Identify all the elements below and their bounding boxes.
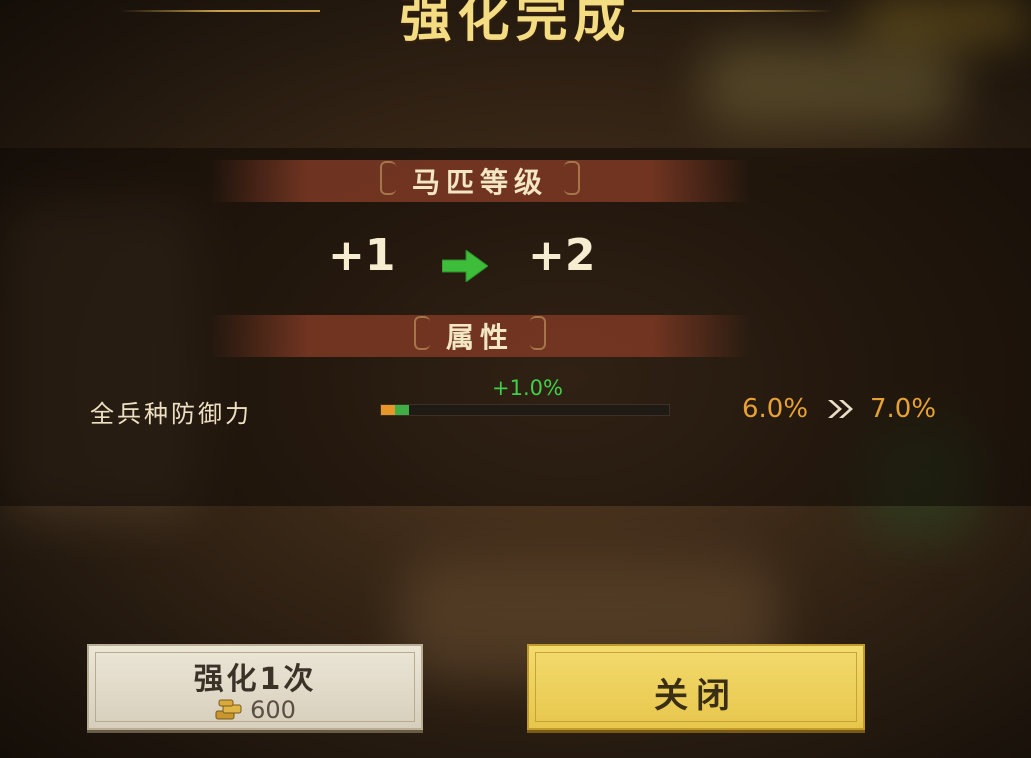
page-title: 强化完成	[399, 0, 632, 49]
level-from: +1	[328, 230, 396, 281]
enhance-cost: 600	[89, 696, 421, 729]
level-section-header: 马匹等级	[210, 160, 750, 202]
level-to: +2	[528, 230, 596, 281]
close-button[interactable]: 关闭	[527, 644, 865, 730]
enhance-cost-value: 600	[250, 696, 296, 724]
stat-progress-old	[381, 405, 395, 415]
attribute-section-header: 属性	[210, 315, 750, 357]
stat-progress-gain	[395, 405, 409, 415]
stat-name: 全兵种防御力	[90, 400, 252, 428]
background-blur	[700, 40, 960, 130]
arrow-right-icon	[441, 242, 489, 293]
enhance-button-label: 强化1次	[193, 662, 317, 697]
attribute-section-label: 属性	[410, 312, 550, 360]
level-section-label: 马匹等级	[376, 157, 584, 205]
gold-ingot-icon	[214, 699, 244, 729]
stat-old-value: 6.0%	[742, 394, 809, 424]
double-chevron-right-icon	[826, 398, 856, 424]
stat-delta: +1.0%	[492, 376, 563, 400]
stat-progress-bar	[380, 404, 670, 416]
close-button-label: 关闭	[654, 676, 738, 716]
stat-new-value: 7.0%	[870, 394, 937, 424]
enhance-once-button[interactable]: 强化1次 600	[87, 644, 423, 730]
